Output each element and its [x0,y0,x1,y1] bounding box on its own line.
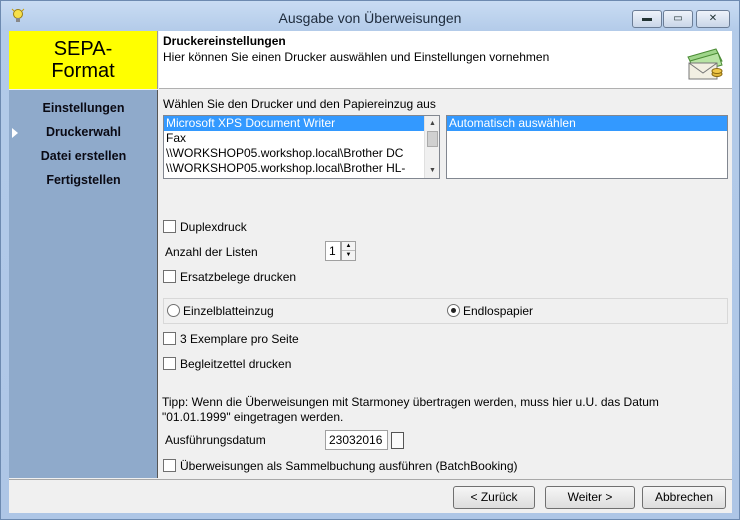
brand-line-1: SEPA- [53,38,113,60]
spin-down-icon[interactable]: ▼ [342,251,355,260]
minimize-button[interactable]: ▬ [632,10,662,28]
spin-up-icon[interactable]: ▲ [342,242,355,251]
next-button[interactable]: Weiter > [545,486,635,509]
scroll-thumb[interactable] [427,131,438,147]
feed-radio-group: Einzelblatteinzug Endlospapier [163,298,728,324]
client-area: SEPA- Format Druckereinstellungen Hier k… [9,31,732,513]
replacement-label: Ersatzbelege drucken [180,270,297,284]
tip-text-line-2: "01.01.1999" eingetragen werden. [162,410,344,424]
cover-sheet-checkbox[interactable] [163,357,176,370]
button-bar: < Zurück Weiter > Abbrechen [9,479,732,513]
maximize-button[interactable]: ▭ [663,10,693,28]
printer-section-label: Wählen Sie den Drucker und den Papierein… [163,97,436,111]
main-panel: Wählen Sie den Drucker und den Papierein… [159,90,732,478]
scroll-down-icon[interactable]: ▼ [426,164,439,177]
cover-sheet-label: Begleitzettel drucken [180,357,292,371]
list-item[interactable]: Microsoft XPS Document Writer [164,116,439,131]
printer-list-scrollbar[interactable]: ▲ ▼ [424,116,439,178]
feed-endless-label: Endlospapier [463,304,534,318]
calendar-icon[interactable] [391,432,404,449]
close-button[interactable]: ✕ [696,10,730,28]
list-count-field[interactable]: 1 [325,241,341,261]
nav-item-einstellungen[interactable]: Einstellungen [9,101,158,115]
printer-list[interactable]: Microsoft XPS Document Writer Fax \\WORK… [163,115,440,179]
wizard-nav: Einstellungen Druckerwahl Datei erstelle… [9,90,158,478]
list-item[interactable]: Automatisch auswählen [447,116,727,131]
feed-single-label: Einzelblatteinzug [183,304,274,318]
list-item[interactable]: \\WORKSHOP05.workshop.local\Brother DC [164,146,439,161]
scroll-up-icon[interactable]: ▲ [426,117,439,130]
feed-single-radio[interactable] [167,304,180,317]
three-copies-label: 3 Exemplare pro Seite [180,332,299,346]
list-item[interactable]: Fax [164,131,439,146]
date-label: Ausführungsdatum [165,433,266,447]
money-envelope-icon [687,48,723,80]
window-title: Ausgabe von Überweisungen [278,10,462,26]
nav-item-datei-erstellen[interactable]: Datei erstellen [9,149,158,163]
nav-item-druckerwahl[interactable]: Druckerwahl [9,125,158,139]
duplex-checkbox[interactable] [163,220,176,233]
batch-booking-checkbox[interactable] [163,459,176,472]
nav-item-fertigstellen[interactable]: Fertigstellen [9,173,158,187]
list-count-stepper[interactable]: ▲ ▼ [341,241,356,261]
tray-list[interactable]: Automatisch auswählen [446,115,728,179]
page-title: Druckereinstellungen [163,34,286,48]
brand-line-2: Format [51,60,115,82]
replacement-checkbox[interactable] [163,270,176,283]
sepa-brand-box: SEPA- Format [9,31,158,89]
feed-endless-radio[interactable] [447,304,460,317]
title-bar: Ausgabe von Überweisungen ▬ ▭ ✕ [1,1,739,31]
list-item[interactable]: \\WORKSHOP05.workshop.local\Brother HL- [164,161,439,176]
cancel-button[interactable]: Abbrechen [642,486,726,509]
batch-booking-label: Überweisungen als Sammelbuchung ausführe… [180,459,518,473]
list-count-label: Anzahl der Listen [165,245,258,259]
duplex-label: Duplexdruck [180,220,247,234]
back-button[interactable]: < Zurück [453,486,535,509]
header-panel: Druckereinstellungen Hier können Sie ein… [159,31,732,89]
page-subtitle: Hier können Sie einen Drucker auswählen … [163,50,550,64]
execution-date-field[interactable]: 23032016 [325,430,388,450]
tip-text-line-1: Tipp: Wenn die Überweisungen mit Starmon… [162,395,659,409]
wizard-window: Ausgabe von Überweisungen ▬ ▭ ✕ SEPA- Fo… [0,0,740,520]
three-copies-checkbox[interactable] [163,332,176,345]
